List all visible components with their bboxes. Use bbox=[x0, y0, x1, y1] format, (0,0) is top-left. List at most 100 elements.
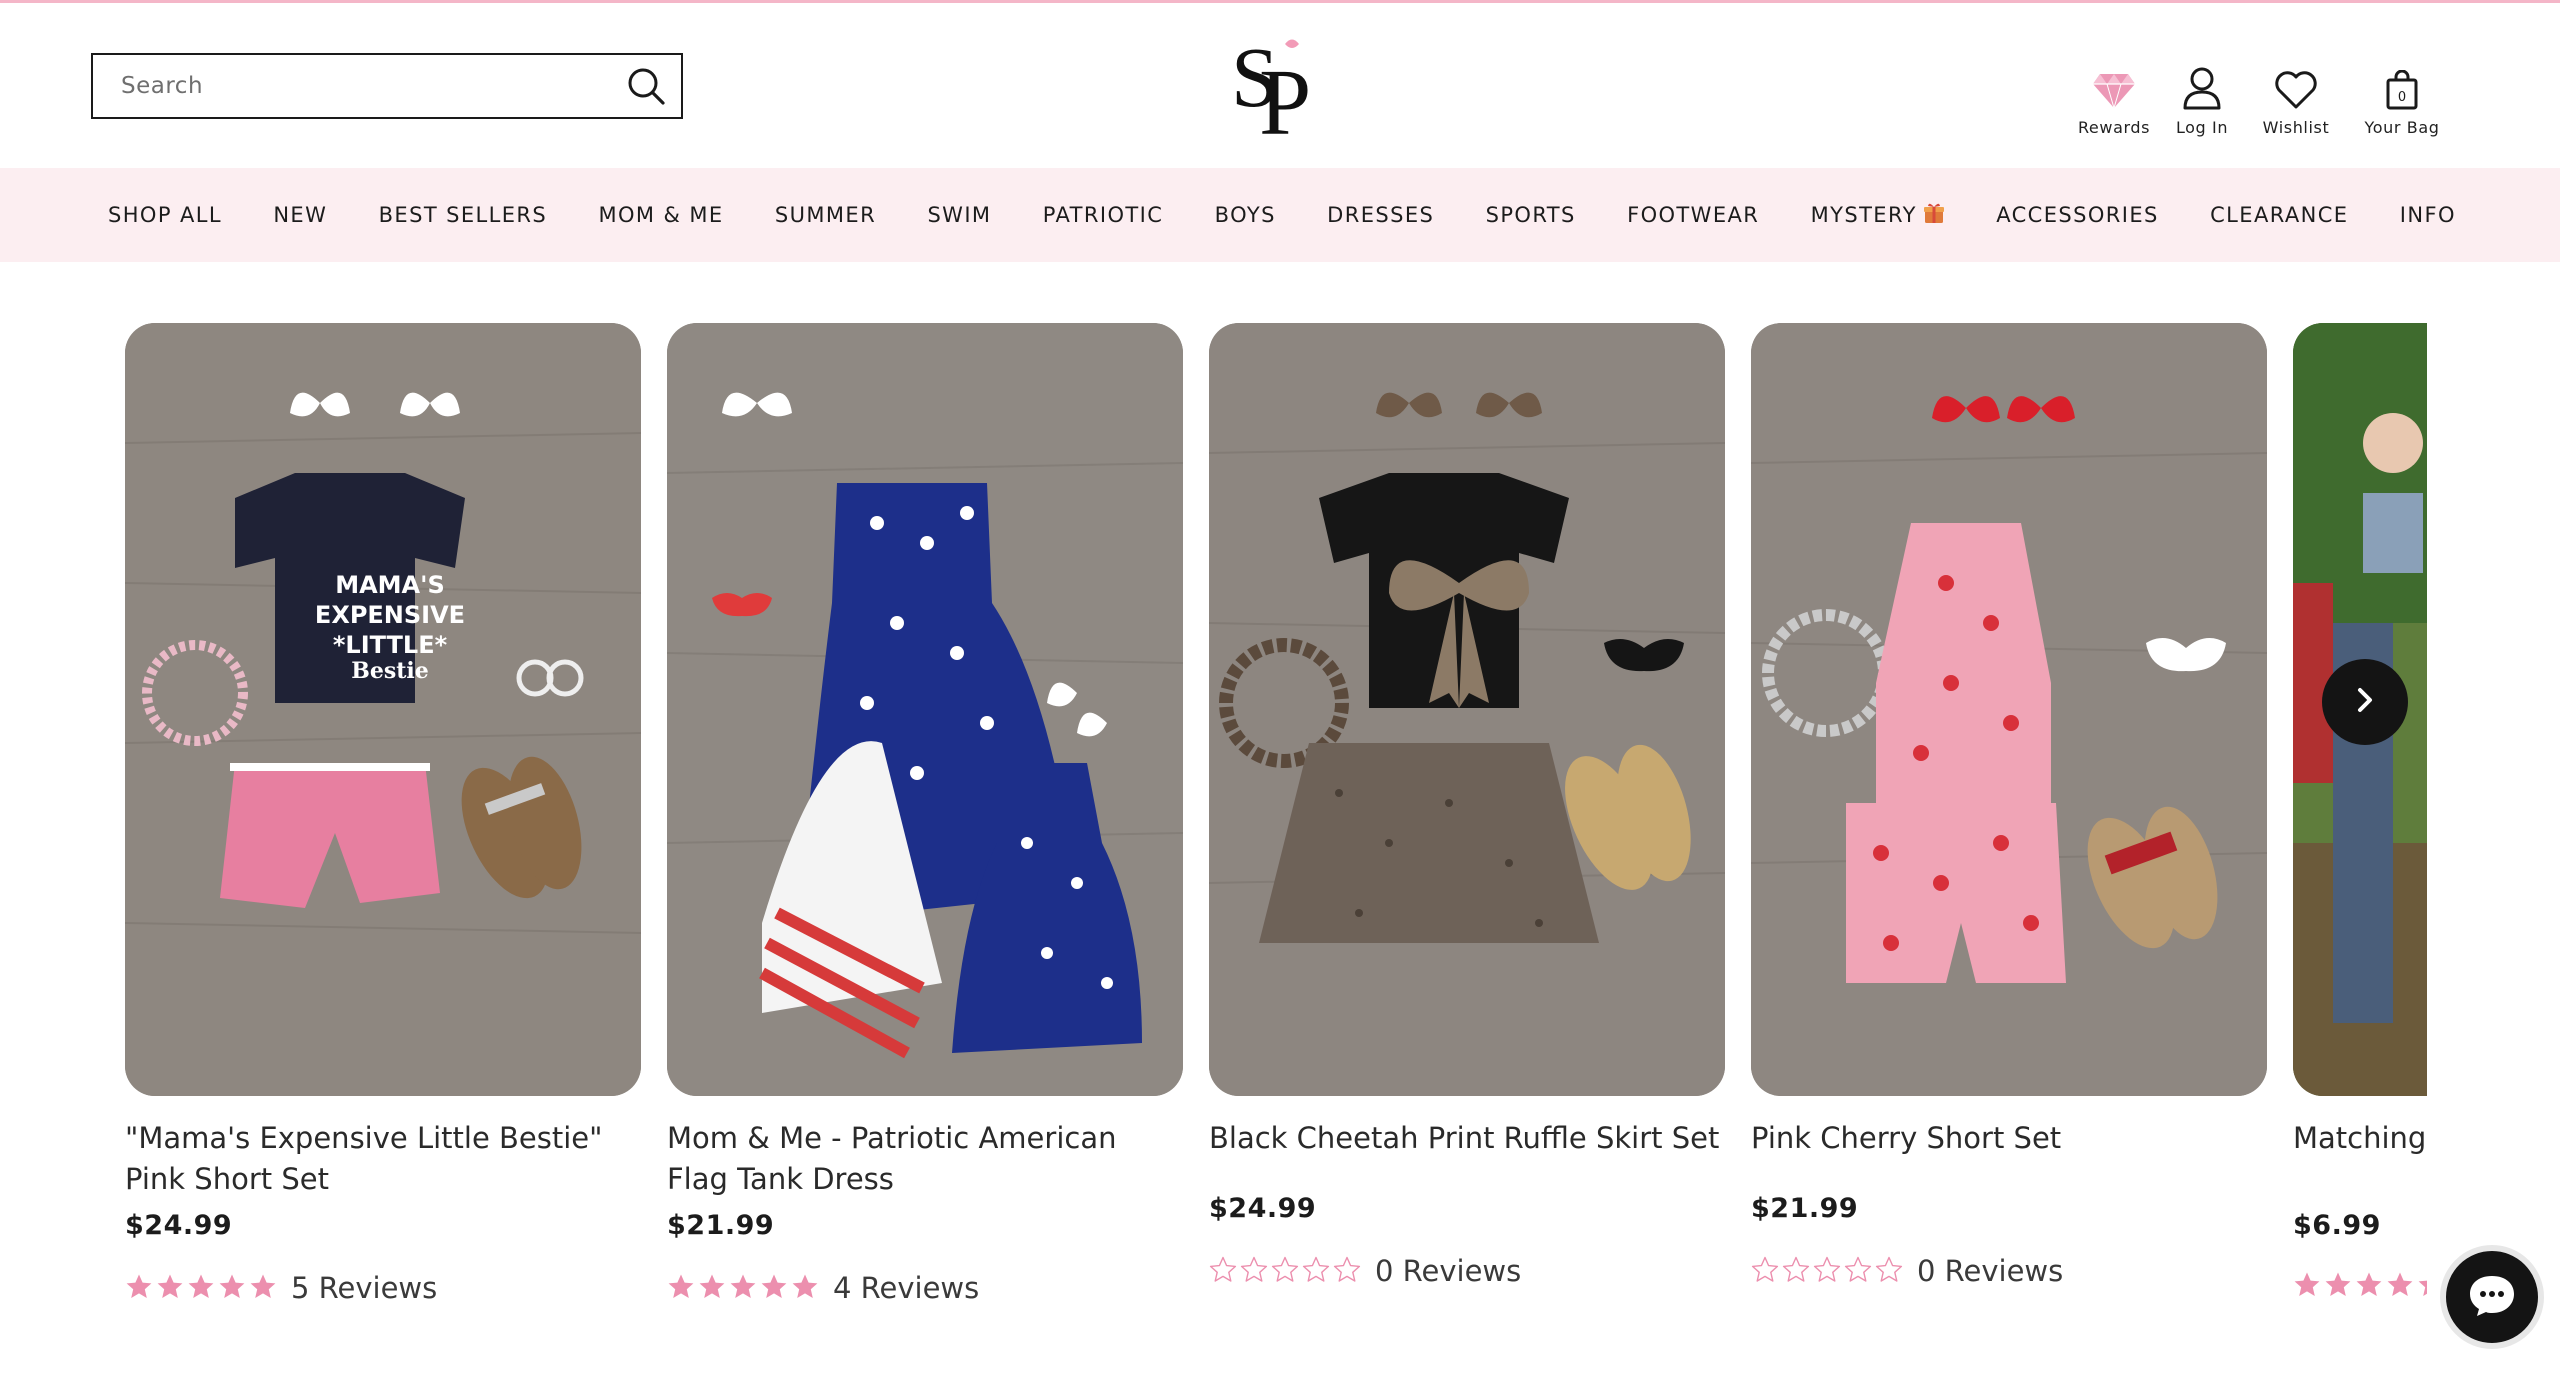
search-input[interactable] bbox=[93, 55, 611, 117]
star-empty-icon bbox=[1813, 1256, 1841, 1287]
nav-mom-and-me[interactable]: MOM & ME bbox=[598, 203, 723, 227]
product-image[interactable] bbox=[667, 323, 1183, 1096]
star-rating bbox=[667, 1273, 819, 1304]
product-price: $24.99 bbox=[125, 1210, 233, 1241]
carousel-next-button[interactable] bbox=[2322, 659, 2408, 745]
star-filled-icon bbox=[2417, 1271, 2427, 1302]
star-empty-icon bbox=[1751, 1256, 1779, 1287]
star-filled-icon bbox=[729, 1273, 757, 1304]
product-card: MAMA'S EXPENSIVE *LITTLE* Bestie "Mama's… bbox=[125, 323, 641, 1305]
nav-mystery-label: MYSTERY bbox=[1810, 203, 1917, 227]
star-filled-icon bbox=[2324, 1271, 2352, 1302]
product-title[interactable]: Mom & Me - Patriotic American Flag Tank … bbox=[667, 1118, 1183, 1200]
rewards-label: Rewards bbox=[2077, 118, 2151, 137]
svg-text:P: P bbox=[1259, 51, 1311, 144]
star-rating bbox=[2293, 1271, 2427, 1302]
product-rating: 0 Reviews bbox=[1751, 1254, 2267, 1288]
star-empty-icon bbox=[1875, 1256, 1903, 1287]
product-carousel: MAMA'S EXPENSIVE *LITTLE* Bestie "Mama's… bbox=[125, 323, 2427, 1375]
diamond-icon bbox=[2092, 62, 2136, 110]
product-title[interactable]: Pink Cherry Short Set bbox=[1751, 1118, 2267, 1159]
shirt-print-line1: MAMA'S bbox=[335, 571, 445, 599]
product-card: Matching Camo/Flo $6.99 bbox=[2293, 323, 2427, 1302]
product-price: $6.99 bbox=[2293, 1210, 2381, 1241]
star-filled-icon bbox=[2386, 1271, 2414, 1302]
bag-link[interactable]: 0 Your Bag bbox=[2344, 62, 2460, 137]
product-price: $21.99 bbox=[667, 1210, 775, 1241]
star-filled-icon bbox=[791, 1273, 819, 1304]
header-icon-bar: Rewards Log In Wishlist 0 Your Bag bbox=[2072, 62, 2460, 137]
nav-accessories[interactable]: ACCESSORIES bbox=[1996, 203, 2159, 227]
star-filled-icon bbox=[2355, 1271, 2383, 1302]
nav-info[interactable]: INFO bbox=[2400, 203, 2456, 227]
nav-mystery[interactable]: MYSTERY bbox=[1811, 202, 1945, 229]
star-filled-icon bbox=[2293, 1271, 2321, 1302]
nav-sports[interactable]: SPORTS bbox=[1486, 203, 1576, 227]
product-rating: 4 Reviews bbox=[667, 1271, 1183, 1305]
nav-footwear[interactable]: FOOTWEAR bbox=[1627, 203, 1759, 227]
review-count[interactable]: 4 Reviews bbox=[833, 1271, 979, 1305]
product-image[interactable] bbox=[1751, 323, 2267, 1096]
star-empty-icon bbox=[1240, 1256, 1268, 1287]
nav-best-sellers[interactable]: BEST SELLERS bbox=[379, 203, 548, 227]
login-label: Log In bbox=[2175, 118, 2229, 137]
star-filled-icon bbox=[218, 1273, 246, 1304]
nav-swim[interactable]: SWIM bbox=[927, 203, 991, 227]
product-rating bbox=[2293, 1271, 2427, 1302]
search-icon[interactable] bbox=[611, 55, 681, 117]
review-count[interactable]: 0 Reviews bbox=[1917, 1254, 2063, 1288]
star-empty-icon bbox=[1782, 1256, 1810, 1287]
bag-label: Your Bag bbox=[2364, 118, 2440, 137]
chat-bubble-icon bbox=[2467, 1272, 2517, 1322]
product-rating: 5 Reviews bbox=[125, 1271, 641, 1305]
review-count[interactable]: 0 Reviews bbox=[1375, 1254, 1521, 1288]
shirt-print-line2: EXPENSIVE bbox=[315, 601, 465, 629]
top-accent-line bbox=[0, 0, 2560, 3]
star-filled-icon bbox=[187, 1273, 215, 1304]
nav-new[interactable]: NEW bbox=[273, 203, 327, 227]
product-rating: 0 Reviews bbox=[1209, 1254, 1725, 1288]
star-filled-icon bbox=[249, 1273, 277, 1304]
product-price: $24.99 bbox=[1209, 1193, 1317, 1224]
user-icon bbox=[2182, 62, 2222, 110]
product-image[interactable]: MAMA'S EXPENSIVE *LITTLE* Bestie bbox=[125, 323, 641, 1096]
star-empty-icon bbox=[1844, 1256, 1872, 1287]
star-rating bbox=[1751, 1256, 1903, 1287]
shirt-print-line3: *LITTLE* bbox=[333, 631, 448, 659]
product-price: $21.99 bbox=[1751, 1193, 1859, 1224]
product-title[interactable]: Black Cheetah Print Ruffle Skirt Set bbox=[1209, 1118, 1725, 1159]
bag-count: 0 bbox=[2398, 90, 2406, 105]
product-title[interactable]: "Mama's Expensive Little Bestie" Pink Sh… bbox=[125, 1118, 641, 1200]
main-nav: SHOP ALL NEW BEST SELLERS MOM & ME SUMME… bbox=[0, 168, 2560, 262]
rewards-link[interactable]: Rewards bbox=[2072, 62, 2156, 137]
star-filled-icon bbox=[760, 1273, 788, 1304]
star-filled-icon bbox=[667, 1273, 695, 1304]
shirt-print-line4: Bestie bbox=[351, 658, 429, 684]
login-link[interactable]: Log In bbox=[2156, 62, 2248, 137]
product-card: Mom & Me - Patriotic American Flag Tank … bbox=[667, 323, 1183, 1305]
wishlist-link[interactable]: Wishlist bbox=[2248, 62, 2344, 137]
star-filled-icon bbox=[156, 1273, 184, 1304]
nav-summer[interactable]: SUMMER bbox=[775, 203, 876, 227]
review-count[interactable]: 5 Reviews bbox=[291, 1271, 437, 1305]
chat-widget-button[interactable] bbox=[2440, 1245, 2544, 1349]
nav-clearance[interactable]: CLEARANCE bbox=[2210, 203, 2348, 227]
heart-icon bbox=[2274, 62, 2318, 110]
star-empty-icon bbox=[1271, 1256, 1299, 1287]
bag-icon: 0 bbox=[2385, 62, 2419, 110]
chevron-right-icon bbox=[2350, 685, 2380, 719]
nav-patriotic[interactable]: PATRIOTIC bbox=[1043, 203, 1163, 227]
sp-monogram-logo[interactable]: S P bbox=[1225, 28, 1335, 155]
gift-icon bbox=[1923, 202, 1945, 229]
product-card: Pink Cherry Short Set $21.99 0 Reviews bbox=[1751, 323, 2267, 1288]
nav-dresses[interactable]: DRESSES bbox=[1327, 203, 1434, 227]
star-filled-icon bbox=[698, 1273, 726, 1304]
star-empty-icon bbox=[1302, 1256, 1330, 1287]
nav-shop-all[interactable]: SHOP ALL bbox=[108, 203, 222, 227]
wishlist-label: Wishlist bbox=[2262, 118, 2330, 137]
star-rating bbox=[1209, 1256, 1361, 1287]
product-image[interactable] bbox=[1209, 323, 1725, 1096]
nav-boys[interactable]: BOYS bbox=[1215, 203, 1276, 227]
star-filled-icon bbox=[125, 1273, 153, 1304]
product-title[interactable]: Matching Camo/Flo bbox=[2293, 1118, 2427, 1200]
